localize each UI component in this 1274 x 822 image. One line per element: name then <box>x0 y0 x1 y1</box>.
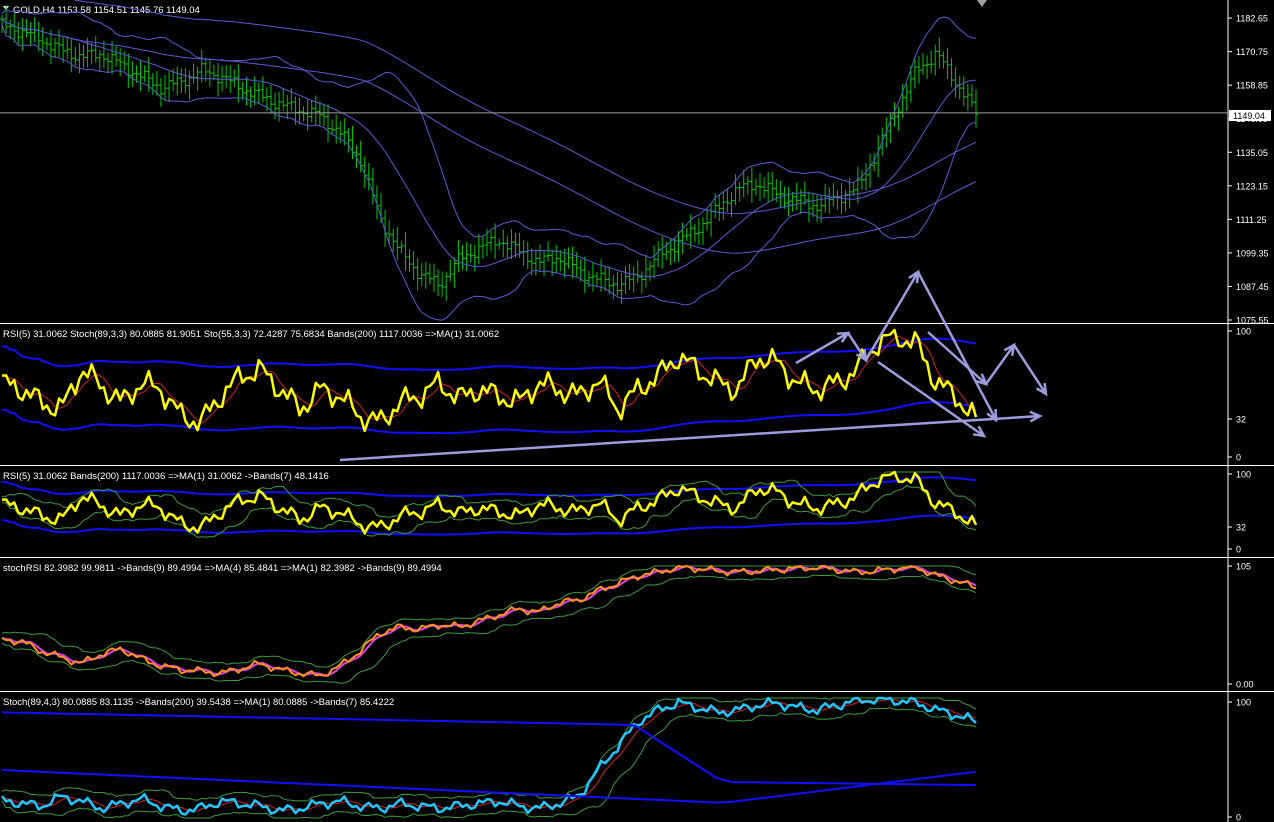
trading-terminal: GOLD,H4 1153.58 1154.51 1145.76 1149.04 … <box>0 0 1274 822</box>
axis-tick-label: 0.00 <box>1236 680 1254 690</box>
rsi-stoch-header: RSI(5) 31.0062 Stoch(89,3,3) 80.0885 81.… <box>3 329 499 340</box>
axis-tick-label: 100 <box>1236 698 1251 708</box>
axis-tick-label: 0 <box>1236 453 1241 463</box>
symbol-header-text: GOLD,H4 1153.58 1154.51 1145.76 1149.04 <box>13 5 200 16</box>
axis-tick-label: 0 <box>1236 813 1241 822</box>
axis-tick-label: 1135.05 <box>1236 148 1268 158</box>
axis-tick-label: 0 <box>1236 545 1241 555</box>
current-price-label: 1149.04 <box>1233 111 1265 121</box>
axis-tick-label: 100 <box>1236 327 1251 337</box>
axis-tick-label: 1158.85 <box>1236 81 1268 91</box>
chart-canvas[interactable]: GOLD,H4 1153.58 1154.51 1145.76 1149.04 … <box>0 0 1274 822</box>
axis-tick-label: 32 <box>1236 415 1246 425</box>
stoch-header: Stoch(89,4,3) 80.0885 83.1135 ->Bands(20… <box>3 697 394 708</box>
axis-tick-label: 1182.65 <box>1236 14 1268 24</box>
rsi-bands-header: RSI(5) 31.0062 Bands(200) 1117.0036 =>MA… <box>3 471 329 482</box>
axis-tick-label: 1087.45 <box>1236 282 1269 292</box>
stochrsi-header: stochRSI 82.3982 99.9811 ->Bands(9) 89.4… <box>3 563 442 574</box>
axis-tick-label: 1170.75 <box>1236 47 1268 57</box>
current-price-tag: 1149.04 <box>1229 110 1271 121</box>
axis-tick-label: 32 <box>1236 523 1246 533</box>
axis-tick-label: 1123.15 <box>1236 181 1268 191</box>
axis-tick-label: 1099.35 <box>1236 248 1269 258</box>
axis-tick-label: 100 <box>1236 470 1251 480</box>
axis-tick-label: 1111.25 <box>1236 215 1267 225</box>
axis-tick-label: 105 <box>1236 562 1251 572</box>
axis-tick-label: 1075.55 <box>1236 316 1269 326</box>
